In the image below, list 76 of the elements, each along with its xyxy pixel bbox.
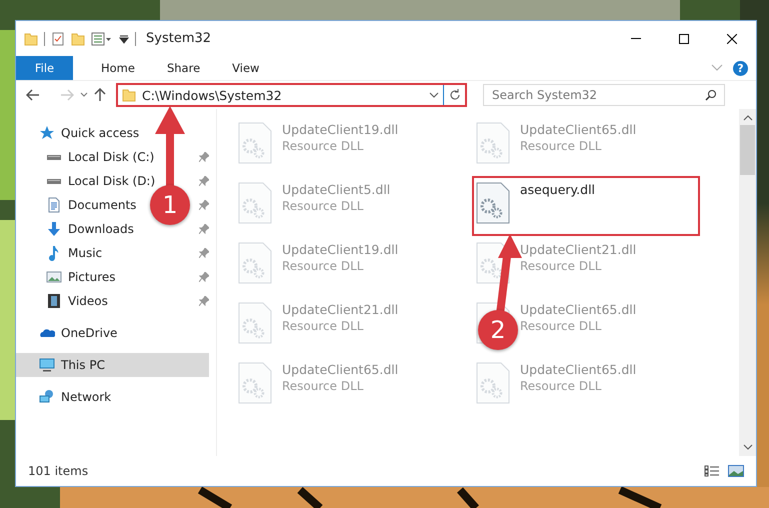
nav-item[interactable]: Pictures xyxy=(68,270,116,284)
gear-file-icon xyxy=(238,242,272,284)
gear-file-icon xyxy=(238,302,272,344)
network-icon xyxy=(39,389,55,405)
pin-icon[interactable] xyxy=(199,248,209,258)
ribbon-tab[interactable]: Share xyxy=(150,56,216,80)
nav-item[interactable]: OneDrive xyxy=(61,326,118,340)
gear-file-icon xyxy=(238,362,272,404)
nav-item[interactable]: Documents xyxy=(68,198,136,212)
file-type: Resource DLL xyxy=(282,259,364,273)
gear-file-icon xyxy=(476,182,510,224)
scroll-down-icon[interactable] xyxy=(742,444,752,450)
pin-icon[interactable] xyxy=(199,224,209,234)
address-bar[interactable]: C:\Windows\System32 xyxy=(116,83,467,107)
window-title: System32 xyxy=(146,31,212,46)
folder-icon xyxy=(71,32,85,46)
nav-item[interactable]: Music xyxy=(68,246,102,260)
recent-caret-button[interactable] xyxy=(80,92,88,98)
file-type: Resource DLL xyxy=(282,379,364,393)
close-icon[interactable] xyxy=(727,34,737,44)
gear-file-icon xyxy=(476,122,510,164)
address-caret-icon[interactable] xyxy=(429,91,439,99)
scroll-up-icon[interactable] xyxy=(742,115,752,121)
scroll-thumb[interactable] xyxy=(740,125,755,175)
film-icon xyxy=(46,293,62,309)
nav-item[interactable]: Network xyxy=(61,390,112,404)
download-arrow-icon xyxy=(46,221,62,237)
properties-icon[interactable] xyxy=(51,32,65,46)
pin-icon[interactable] xyxy=(199,200,209,210)
large-icons-view-icon[interactable] xyxy=(728,465,744,477)
gear-file-icon xyxy=(238,122,272,164)
nav-item[interactable]: Videos xyxy=(68,294,108,308)
nav-item[interactable]: This PC xyxy=(16,353,209,377)
maximize-icon[interactable] xyxy=(679,34,689,44)
drive-icon xyxy=(46,178,62,184)
up-button[interactable] xyxy=(94,88,106,102)
file-type: Resource DLL xyxy=(282,199,364,213)
nav-item[interactable]: Downloads xyxy=(68,222,134,236)
address-path: C:\Windows\System32 xyxy=(142,88,283,102)
star-icon xyxy=(39,125,55,141)
monitor-icon xyxy=(39,357,55,373)
help-icon[interactable]: ? xyxy=(733,60,748,76)
file-type: Resource DLL xyxy=(520,139,602,153)
nav-item[interactable]: Quick access xyxy=(61,126,140,140)
picture-icon xyxy=(46,269,62,285)
file-type: Resource DLL xyxy=(520,379,602,393)
nav-item[interactable]: Local Disk (D:) xyxy=(68,174,156,188)
details-view-icon[interactable] xyxy=(704,465,720,477)
refresh-icon[interactable] xyxy=(448,89,460,101)
file-type: Resource DLL xyxy=(282,319,364,333)
document-icon xyxy=(46,197,62,213)
back-button[interactable] xyxy=(26,89,40,101)
search-icon xyxy=(705,89,717,101)
file-type: Resource DLL xyxy=(520,319,602,333)
customize-caret-icon[interactable] xyxy=(119,34,129,44)
file-name: asequery.dll xyxy=(520,182,596,197)
pin-icon[interactable] xyxy=(199,176,209,186)
file-menu-button[interactable]: File xyxy=(16,56,73,80)
file-tile[interactable]: asequery.dll xyxy=(472,176,700,236)
file-type: Resource DLL xyxy=(520,259,602,273)
pin-icon[interactable] xyxy=(199,296,209,306)
scrollbar[interactable] xyxy=(739,109,756,456)
pin-icon[interactable] xyxy=(199,272,209,282)
view-dropdown-icon[interactable] xyxy=(91,32,113,46)
ribbon-tab[interactable]: View xyxy=(216,56,276,80)
file-type: Resource DLL xyxy=(282,139,364,153)
search-field[interactable]: Search System32 xyxy=(483,84,725,106)
gear-file-icon xyxy=(238,182,272,224)
pin-icon[interactable] xyxy=(199,152,209,162)
folder-icon xyxy=(122,88,136,102)
folder-icon xyxy=(24,32,38,46)
drive-icon xyxy=(46,154,62,160)
item-count: 101 items xyxy=(28,464,88,478)
gear-file-icon xyxy=(476,362,510,404)
nav-item[interactable]: Local Disk (C:) xyxy=(68,150,154,164)
ribbon-tab[interactable]: Home xyxy=(85,56,151,80)
